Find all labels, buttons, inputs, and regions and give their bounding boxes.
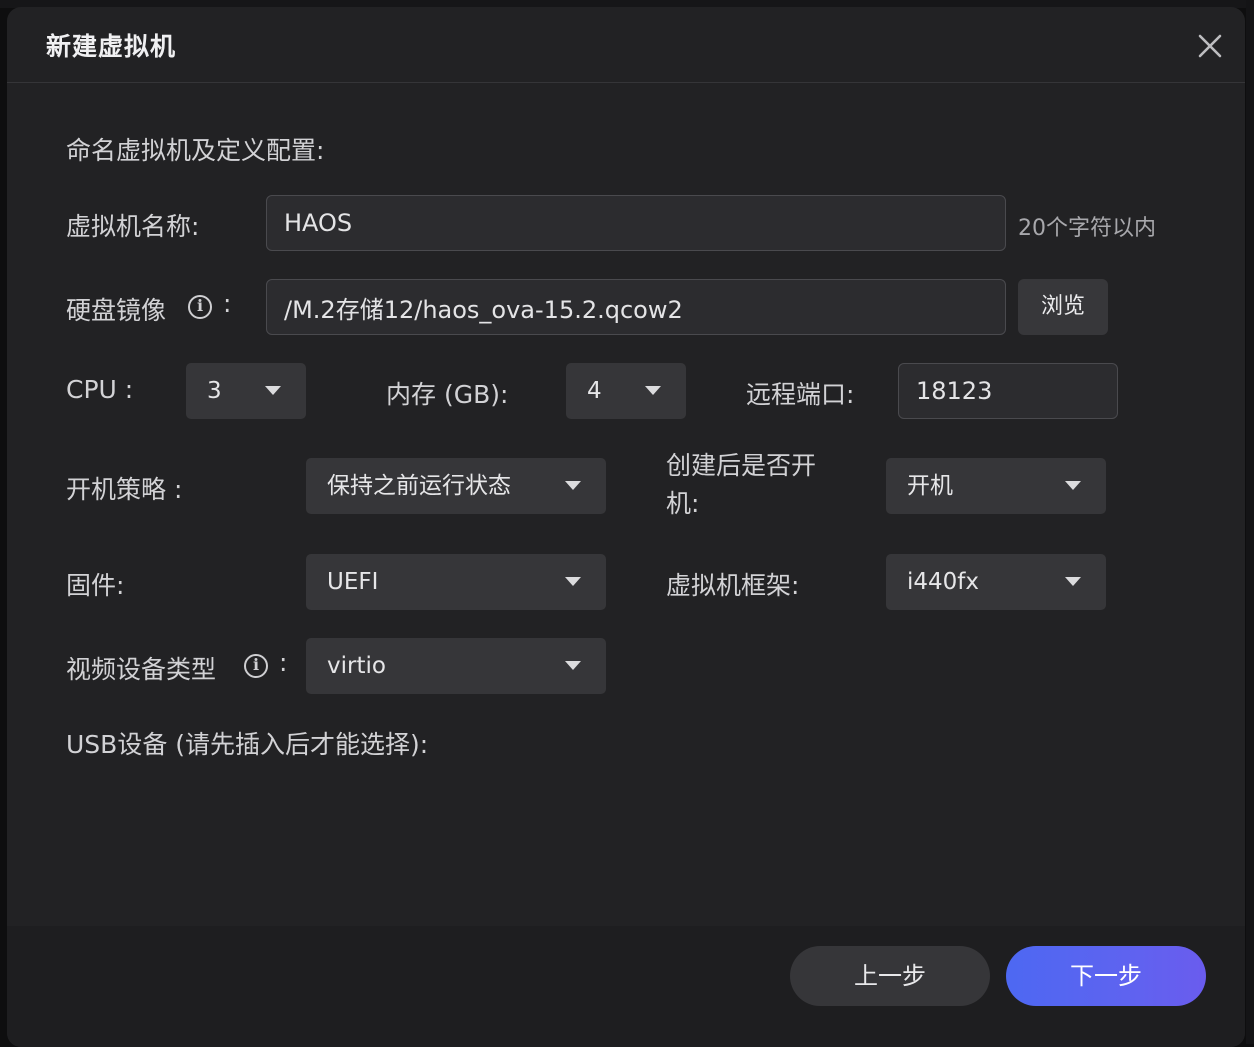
section-title: 命名虚拟机及定义配置:: [66, 136, 325, 165]
boot-policy-select-value: 保持之前运行状态: [327, 473, 511, 499]
vm-name-label: 虚拟机名称:: [66, 212, 200, 241]
chevron-down-icon: [645, 386, 661, 395]
browse-button[interactable]: 浏览: [1018, 279, 1108, 335]
chevron-down-icon: [1065, 481, 1081, 490]
video-device-label: 视频设备类型: [66, 655, 217, 684]
chevron-down-icon: [1065, 577, 1081, 586]
video-device-select-value: virtio: [327, 653, 386, 679]
chevron-down-icon: [565, 577, 581, 586]
vm-machine-label: 虚拟机框架:: [666, 571, 800, 600]
video-device-select[interactable]: virtio: [306, 638, 606, 694]
video-device-info-icon[interactable]: [244, 654, 268, 678]
dialog-footer: 上一步 下一步: [7, 926, 1245, 1047]
chevron-down-icon: [565, 661, 581, 670]
chevron-down-icon: [565, 481, 581, 490]
dialog-header: 新建虚拟机: [7, 7, 1245, 83]
power-on-select[interactable]: 开机: [886, 458, 1106, 514]
dialog-title: 新建虚拟机: [46, 32, 177, 61]
power-on-select-value: 开机: [907, 473, 953, 499]
firmware-select[interactable]: UEFI: [306, 554, 606, 610]
firmware-label: 固件:: [66, 571, 125, 600]
remote-port-input[interactable]: [898, 363, 1118, 419]
disk-image-info-icon[interactable]: [188, 295, 212, 319]
close-icon: [1198, 34, 1222, 58]
boot-policy-select[interactable]: 保持之前运行状态: [306, 458, 606, 514]
disk-image-label: 硬盘镜像: [66, 296, 167, 325]
background-app-edge: [1246, 0, 1254, 1044]
previous-step-button[interactable]: 上一步: [790, 946, 990, 1006]
cpu-select-value: 3: [207, 378, 222, 404]
memory-select-value: 4: [587, 378, 602, 404]
disk-image-colon: :: [223, 289, 232, 318]
memory-select[interactable]: 4: [566, 363, 686, 419]
chevron-down-icon: [265, 386, 281, 395]
close-button[interactable]: [1195, 31, 1225, 61]
cpu-label: CPU :: [66, 375, 134, 404]
vm-name-hint: 20个字符以内: [1018, 216, 1156, 241]
cpu-select[interactable]: 3: [186, 363, 306, 419]
vm-machine-select-value: i440fx: [907, 569, 979, 595]
power-on-after-create-label: 创建后是否开机:: [666, 451, 817, 518]
vm-name-input[interactable]: [266, 195, 1006, 251]
usb-devices-label: USB设备 (请先插入后才能选择):: [66, 730, 429, 759]
boot-policy-label: 开机策略 :: [66, 475, 183, 504]
firmware-select-value: UEFI: [327, 569, 379, 595]
video-device-colon: :: [279, 648, 288, 677]
new-vm-dialog: 新建虚拟机 命名虚拟机及定义配置: 虚拟机名称: 20个字符以内 硬盘镜像 : …: [7, 7, 1245, 1047]
memory-label: 内存 (GB):: [386, 380, 509, 409]
disk-image-path-input[interactable]: [266, 279, 1006, 335]
next-step-button[interactable]: 下一步: [1006, 946, 1206, 1006]
remote-port-label: 远程端口:: [746, 380, 855, 409]
vm-machine-select[interactable]: i440fx: [886, 554, 1106, 610]
